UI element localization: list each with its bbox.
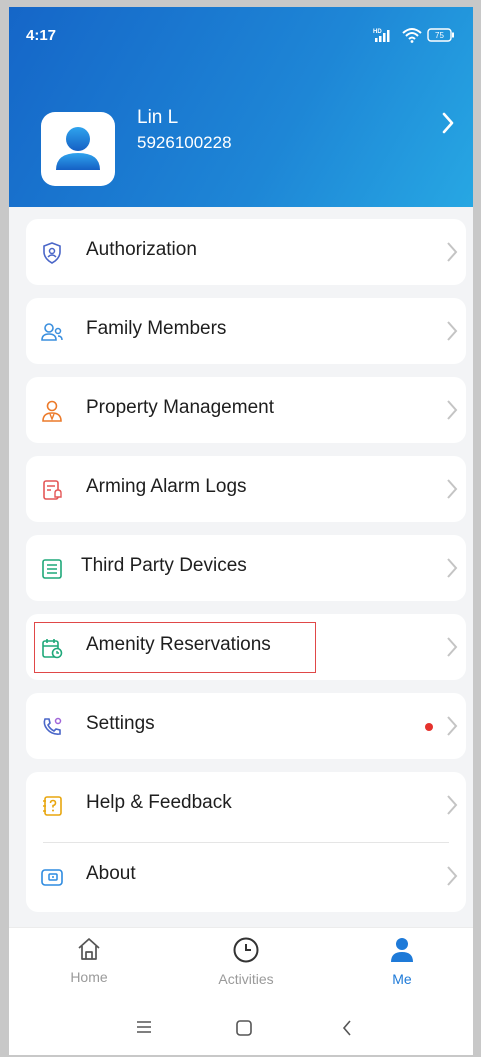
home-nav-icon[interactable] — [235, 1019, 253, 1042]
system-nav-bar — [9, 1007, 473, 1055]
avatar[interactable] — [41, 112, 115, 186]
user-avatar-icon — [56, 127, 100, 170]
menu-icon[interactable] — [136, 1019, 152, 1040]
tab-label: Home — [70, 969, 108, 985]
battery-level: 75 — [435, 31, 444, 40]
chevron-right-icon — [446, 865, 458, 892]
menu-label: Help & Feedback — [86, 792, 232, 813]
profile-header: 4:17 HD 75 Lin L 5926100228 — [9, 7, 473, 207]
manager-icon — [40, 399, 64, 423]
phone-settings-icon — [40, 715, 64, 739]
battery-icon: 75 — [427, 28, 455, 47]
clock-icon — [233, 937, 259, 963]
menu-group-support: Help & Feedback About — [26, 772, 466, 912]
menu-item-property-management[interactable]: Property Management — [26, 377, 466, 443]
profile-name: Lin L — [137, 107, 179, 128]
menu-item-help-feedback[interactable]: Help & Feedback — [26, 772, 466, 838]
tab-label: Activities — [218, 971, 274, 987]
chevron-right-icon — [446, 636, 458, 663]
family-icon — [40, 320, 64, 344]
menu-item-settings[interactable]: Settings — [26, 693, 466, 759]
help-icon — [40, 794, 64, 818]
chevron-right-icon — [446, 399, 458, 426]
highlight-box — [34, 622, 316, 673]
menu-item-arming-alarm-logs[interactable]: Arming Alarm Logs — [26, 456, 466, 522]
bottom-tab-bar: Home Activities Me — [9, 927, 473, 1008]
menu-label: Family Members — [86, 318, 227, 339]
chevron-right-icon — [446, 715, 458, 742]
network-label: HD — [373, 29, 382, 35]
chevron-right-icon — [446, 478, 458, 505]
shield-icon — [40, 241, 64, 265]
menu-label: Authorization — [86, 239, 197, 260]
chevron-right-icon — [446, 794, 458, 821]
menu-item-third-party-devices[interactable]: Third Party Devices — [26, 535, 466, 601]
app-screen: 4:17 HD 75 Lin L 5926100228 Authorizatio… — [9, 7, 473, 1055]
chevron-right-icon — [446, 557, 458, 584]
menu-item-about[interactable]: About — [26, 843, 466, 909]
signal-icon: HD — [373, 27, 397, 48]
home-icon — [78, 938, 100, 960]
chevron-right-icon — [446, 241, 458, 268]
profile-id: 5926100228 — [137, 133, 232, 152]
notification-dot — [425, 723, 433, 731]
tab-activities[interactable]: Activities — [201, 936, 291, 987]
user-icon — [391, 938, 413, 962]
info-card-icon — [40, 865, 64, 889]
menu-label: Arming Alarm Logs — [86, 476, 247, 497]
menu-label: About — [86, 863, 136, 884]
menu-label: Settings — [86, 713, 155, 734]
devices-icon — [40, 557, 64, 581]
tab-me[interactable]: Me — [357, 936, 447, 987]
status-time: 4:17 — [26, 27, 57, 44]
tab-label: Me — [392, 971, 412, 987]
chevron-right-icon — [446, 320, 458, 347]
alarm-log-icon — [40, 478, 64, 502]
tab-home[interactable]: Home — [44, 936, 134, 985]
menu-label: Third Party Devices — [81, 555, 247, 576]
menu-item-family-members[interactable]: Family Members — [26, 298, 466, 364]
chevron-right-icon[interactable] — [441, 112, 455, 139]
menu-item-authorization[interactable]: Authorization — [26, 219, 466, 285]
wifi-icon — [402, 27, 422, 48]
back-icon[interactable] — [341, 1019, 353, 1042]
status-icons: HD 75 — [373, 27, 455, 48]
menu-label: Property Management — [86, 397, 274, 418]
